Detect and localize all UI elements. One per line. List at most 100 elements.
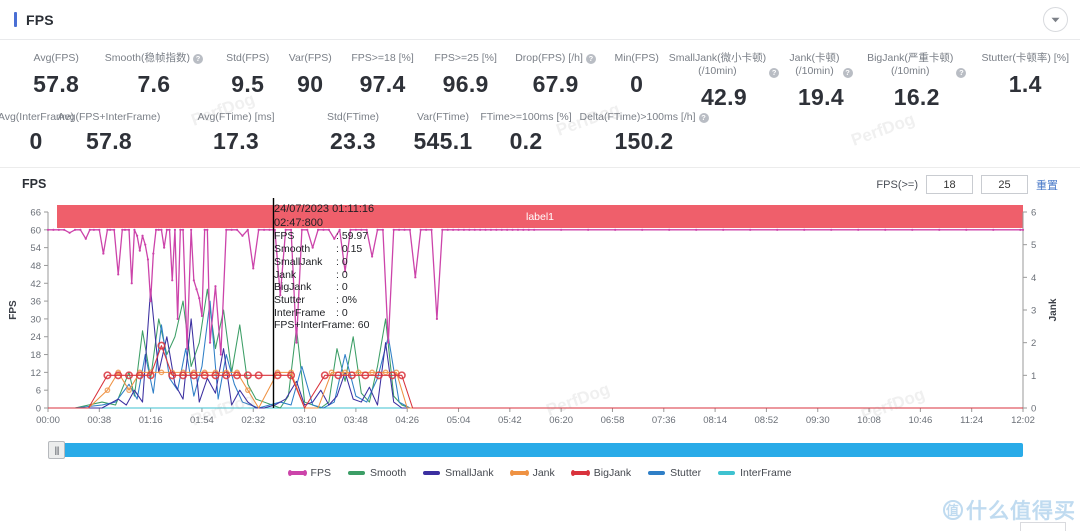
metrics-row-secondary: Avg(InterFrame) 0 Avg(FPS+InterFrame) 57.8 A… <box>0 111 1080 155</box>
legend-item-interframe[interactable]: InterFrame <box>718 467 791 479</box>
tooltip-row: FPS: 59.97 <box>274 230 374 243</box>
tooltip-row-key: Smooth <box>274 243 311 256</box>
tooltip-row: Stutter : 0% <box>274 294 374 307</box>
metric-value: 545.1 <box>413 128 473 154</box>
tooltip-row: InterFrame: 0 <box>274 307 374 320</box>
timeline-scrollbar[interactable]: ||| <box>0 440 1080 460</box>
metric-cell: Std(FTime) 23.3 <box>304 111 402 155</box>
metric-label: Avg(FPS) <box>33 52 79 64</box>
hover-tooltip: 24/07/2023 01:11:16 02:47:800 FPS: 59.97… <box>274 203 374 332</box>
svg-text:18: 18 <box>30 350 41 361</box>
metric-cell: Avg(FPS) 57.8 <box>20 52 92 111</box>
fps-threshold-low-input[interactable] <box>926 175 973 194</box>
metric-label: FPS>=25 [%] <box>434 52 497 64</box>
metric-cell: Min(FPS) 0 <box>604 52 669 111</box>
scrollbar-track[interactable] <box>48 443 1023 457</box>
metric-cell: Std(FPS) 9.5 <box>215 52 280 111</box>
tooltip-row-key: Stutter <box>274 293 305 306</box>
svg-text:0: 0 <box>1031 404 1036 415</box>
metric-value: 67.9 <box>532 71 579 97</box>
legend-item-bigjank[interactable]: BigJank <box>570 467 631 479</box>
fps-threshold-high-input[interactable] <box>981 175 1028 194</box>
tooltip-row: Smooth: 0.15 <box>274 243 374 256</box>
brand-watermark-text: 什么值得买 <box>966 500 1076 523</box>
help-icon[interactable]: ? <box>956 68 967 78</box>
legend-swatch <box>287 470 307 476</box>
svg-text:00:38: 00:38 <box>87 415 111 426</box>
metric-value: 57.8 <box>86 128 132 154</box>
fps-threshold-label: FPS(>=) <box>876 178 918 191</box>
metric-label: Smooth(稳帧指数)? <box>92 52 215 65</box>
metric-value: 23.3 <box>330 128 376 154</box>
svg-text:06:58: 06:58 <box>601 415 625 426</box>
svg-text:02:32: 02:32 <box>241 415 265 426</box>
metric-label: Std(FPS) <box>226 52 270 64</box>
svg-text:6: 6 <box>36 386 41 397</box>
metric-value: 150.2 <box>614 128 674 154</box>
svg-text:24: 24 <box>30 332 41 343</box>
svg-text:12:02: 12:02 <box>1011 415 1035 426</box>
svg-text:36: 36 <box>30 297 41 308</box>
svg-text:00:00: 00:00 <box>36 415 60 426</box>
svg-text:03:48: 03:48 <box>344 415 368 426</box>
metric-cell: FTime>=100ms [%] 0.2 <box>480 111 571 155</box>
metric-label: Avg(InterFrame) <box>0 111 75 123</box>
metric-cell: BigJank(严重卡顿) (/10min)? 16.2 <box>863 52 971 111</box>
title-accent-bar <box>14 12 17 27</box>
svg-text:08:52: 08:52 <box>755 415 779 426</box>
metric-value: 57.8 <box>33 71 80 97</box>
perfdog-fps-panel: FPS Avg(FPS) 57.8 Smooth(稳帧指数)? 7.6 Std(FPS)… <box>0 0 1080 531</box>
help-icon[interactable]: ? <box>192 53 203 64</box>
metric-label: Drop(FPS) [/h]? <box>507 52 605 65</box>
svg-text:03:10: 03:10 <box>293 415 317 426</box>
metric-label: Avg(FPS+InterFrame) <box>57 111 161 123</box>
metric-value: 16.2 <box>893 84 940 110</box>
legend-label: FPS <box>310 467 331 479</box>
plot-area[interactable]: 0 6 12 18 24 30 36 42 48 54 60 66 0 1 2 3 4 5 6 FPS Jank 00:0… <box>0 198 1080 438</box>
metric-cell: FPS>=25 [%] 96.9 <box>425 52 507 111</box>
metric-label: Var(FPS) <box>288 52 332 64</box>
metric-cell: Var(FPS) 90 <box>280 52 341 111</box>
svg-text:1: 1 <box>1031 371 1036 382</box>
metrics-summary: Avg(FPS) 57.8 Smooth(稳帧指数)? 7.6 Std(FPS) 9.5 V… <box>0 40 1080 157</box>
collapse-toggle-button[interactable] <box>1043 7 1068 32</box>
legend-item-jank[interactable]: Jank <box>509 467 555 479</box>
metric-cell: Stutter(卡顿率) [%] 1.4 <box>971 52 1080 111</box>
svg-text:48: 48 <box>30 261 41 272</box>
reset-button[interactable]: 重置 <box>1036 177 1058 193</box>
metric-value: 97.4 <box>359 71 406 97</box>
help-icon[interactable]: ? <box>769 68 780 78</box>
series-line-smalljank <box>48 289 1023 408</box>
help-icon[interactable]: ? <box>698 112 709 123</box>
legend-item-smalljank[interactable]: SmallJank <box>423 467 494 479</box>
metric-label: SmallJank(微小卡顿) (/10min)? <box>669 52 780 78</box>
tooltip-row-value: : 0% <box>336 293 358 306</box>
help-icon[interactable]: ? <box>842 68 853 78</box>
help-icon[interactable]: ? <box>585 53 596 64</box>
legend-item-fps[interactable]: FPS <box>287 467 331 479</box>
metric-value: 90 <box>297 71 324 97</box>
svg-text:12: 12 <box>30 368 41 379</box>
metric-label: Min(FPS) <box>614 52 659 64</box>
metric-value: 0.2 <box>509 128 543 154</box>
fps-plot-svg[interactable]: 06121824303642485460660123456FPS Jank00:0… <box>0 198 1080 438</box>
drag-handle-icon[interactable]: ||| <box>48 441 65 459</box>
legend-swatch <box>570 470 590 476</box>
legend-item-smooth[interactable]: Smooth <box>347 467 406 479</box>
series-line-fps <box>48 230 1023 355</box>
tooltip-row: BigJank: 0 <box>274 281 374 294</box>
metric-label: Delta(FTime)>100ms [/h]? <box>568 111 720 124</box>
metric-value: 7.6 <box>137 71 171 97</box>
metric-cell: Avg(FPS+InterFrame) 57.8 <box>50 111 168 155</box>
svg-text:FPS: FPS <box>8 300 19 320</box>
legend-item-stutter[interactable]: Stutter <box>648 467 701 479</box>
metric-label: Var(FTime) <box>417 111 469 123</box>
legend-swatch <box>347 471 365 475</box>
tooltip-time: 02:47:800 <box>274 216 323 229</box>
tooltip-row-value: : 0 <box>336 268 348 281</box>
svg-text:11:24: 11:24 <box>960 415 983 426</box>
tooltip-row-value: : 0 <box>336 306 348 319</box>
svg-text:6: 6 <box>1031 208 1036 219</box>
svg-text:07:36: 07:36 <box>652 415 676 426</box>
metric-cell: Avg(FTime) [ms] 17.3 <box>168 111 304 155</box>
